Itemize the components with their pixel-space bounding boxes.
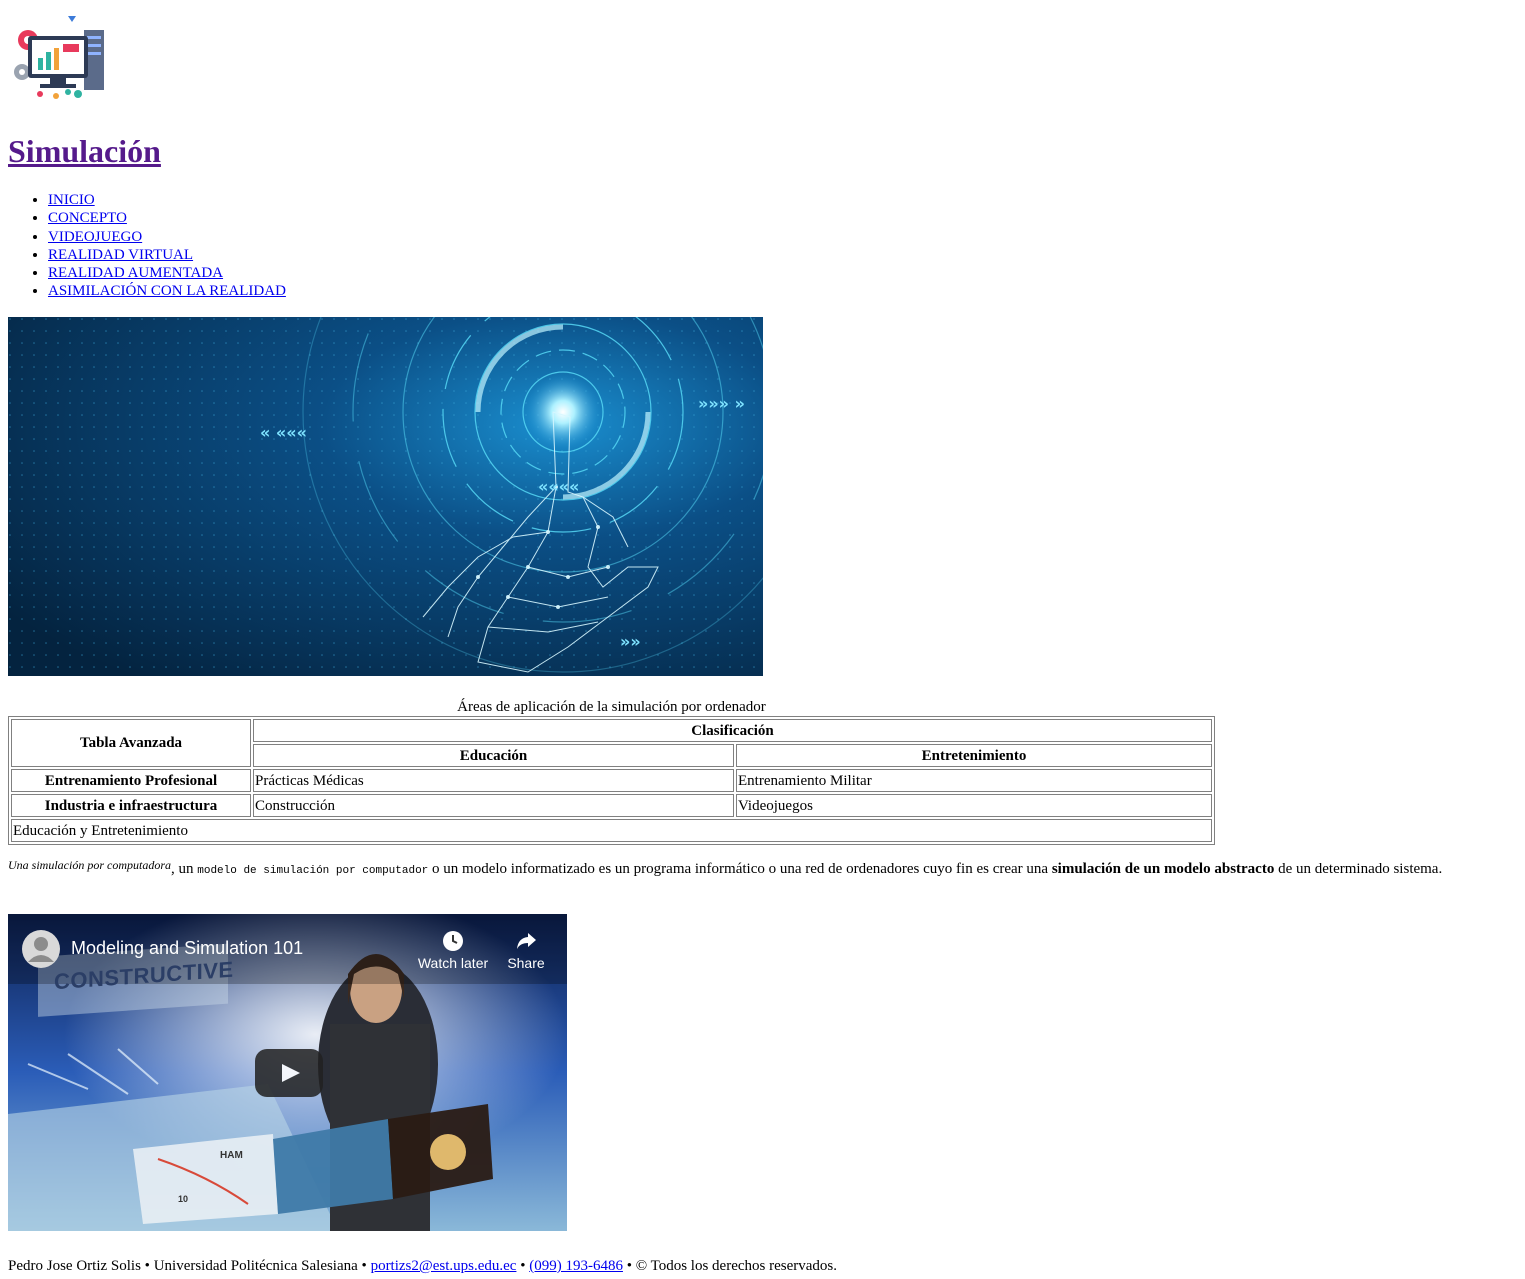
table-cell: Entrenamiento Militar xyxy=(736,769,1212,792)
paragraph-text: o un modelo informatizado es un programa… xyxy=(428,861,1052,877)
table-header-row: Tabla Avanzada Clasificación xyxy=(11,719,1212,767)
footer-separator: • xyxy=(357,1258,371,1274)
table-caption: Áreas de aplicación de la simulación por… xyxy=(457,699,766,715)
share-button[interactable]: Share xyxy=(504,930,548,971)
nav-link-inicio[interactable]: INICIO xyxy=(48,192,95,208)
table-row-header: Entrenamiento Profesional xyxy=(11,769,251,792)
footer-separator: • xyxy=(516,1258,530,1274)
svg-text:« «««: « ««« xyxy=(260,423,307,442)
table-row: Industria e infraestructura Construcción… xyxy=(11,794,1212,817)
video-embed[interactable]: Modeling and Simulation 101 Watch later … xyxy=(8,914,567,1231)
footer-separator: • xyxy=(622,1258,636,1274)
table-corner-header: Tabla Avanzada xyxy=(11,719,251,767)
nav-link-asimilacion[interactable]: ASIMILACIÓN CON LA REALIDAD xyxy=(48,283,286,299)
table-col-header: Educación xyxy=(253,744,734,767)
nav-link-realidad-virtual[interactable]: REALIDAD VIRTUAL xyxy=(48,247,193,263)
page-footer: Pedro Jose Ortiz Solis • Universidad Pol… xyxy=(8,1257,837,1275)
watch-later-button[interactable]: Watch later xyxy=(416,930,490,971)
play-icon xyxy=(282,1064,300,1082)
nav-item-realidad-virtual: REALIDAD VIRTUAL xyxy=(48,246,286,264)
computer-gears-logo-icon xyxy=(14,16,104,99)
definition-paragraph: Una simulación por computadora, un model… xyxy=(8,856,1517,880)
footer-author: Pedro Jose Ortiz Solis xyxy=(8,1258,141,1274)
watch-later-label: Watch later xyxy=(417,955,489,971)
page-title: Simulación xyxy=(8,131,161,171)
nav-item-concepto: CONCEPTO xyxy=(48,209,286,227)
clock-icon xyxy=(443,931,463,951)
table-cell: Prácticas Médicas xyxy=(253,769,734,792)
nav-item-asimilacion: ASIMILACIÓN CON LA REALIDAD xyxy=(48,282,286,300)
paragraph-text: , un xyxy=(171,861,198,877)
channel-avatar[interactable] xyxy=(22,930,60,968)
hero-image: « ««« »»» » «««« »» xyxy=(8,151,824,676)
table-group-header: Clasificación xyxy=(253,719,1212,742)
video-title[interactable]: Modeling and Simulation 101 xyxy=(71,937,303,959)
svg-text:»»: »» xyxy=(620,632,641,651)
table-footer-cell: Educación y Entretenimiento xyxy=(11,819,1212,842)
digital-hand-hologram-icon: « ««« »»» » «««« »» xyxy=(8,151,824,676)
share-label: Share xyxy=(507,955,545,971)
applications-table: Tabla Avanzada Clasificación Educación E… xyxy=(8,716,1215,845)
footer-separator: • xyxy=(140,1258,154,1274)
map-label: HAM xyxy=(220,1150,243,1161)
nav-item-videojuego: VIDEOJUEGO xyxy=(48,228,286,246)
paragraph-code: modelo de simulación por computador xyxy=(197,865,429,877)
site-logo xyxy=(8,12,108,100)
map-route-number: 10 xyxy=(178,1194,189,1204)
footer-university: Universidad Politécnica Salesiana xyxy=(153,1258,358,1274)
paragraph-text: de un determinado sistema. xyxy=(1274,861,1443,877)
table-row-header: Industria e infraestructura xyxy=(11,794,251,817)
nav-link-videojuego[interactable]: VIDEOJUEGO xyxy=(48,229,142,245)
table-row: Entrenamiento Profesional Prácticas Médi… xyxy=(11,769,1212,792)
footer-rights: © Todos los derechos reservados. xyxy=(635,1258,837,1274)
site-title-link[interactable]: Simulación xyxy=(8,133,161,169)
table-footer-row: Educación y Entretenimiento xyxy=(11,819,1212,842)
footer-email-link[interactable]: portizs2@est.ups.edu.ec xyxy=(371,1258,517,1274)
table-col-header: Entretenimiento xyxy=(736,744,1212,767)
main-nav: INICIO CONCEPTO VIDEOJUEGO REALIDAD VIRT… xyxy=(8,191,286,301)
nav-item-inicio: INICIO xyxy=(48,191,286,209)
nav-link-concepto[interactable]: CONCEPTO xyxy=(48,210,127,226)
svg-text:««««: «««« xyxy=(538,477,579,496)
play-button[interactable] xyxy=(255,1049,323,1097)
table-cell: Construcción xyxy=(253,794,734,817)
share-arrow-icon xyxy=(517,933,536,949)
footer-phone-link[interactable]: (099) 193-6486 xyxy=(529,1258,623,1274)
paragraph-bold: simulación de un modelo abstracto xyxy=(1051,861,1275,877)
nav-link-realidad-aumentada[interactable]: REALIDAD AUMENTADA xyxy=(48,265,223,281)
user-icon xyxy=(28,937,54,962)
nav-item-realidad-aumentada: REALIDAD AUMENTADA xyxy=(48,264,286,282)
table-cell: Videojuegos xyxy=(736,794,1212,817)
svg-text:»»» »: »»» » xyxy=(698,394,745,413)
paragraph-italic: Una simulación por computadora xyxy=(8,858,171,872)
